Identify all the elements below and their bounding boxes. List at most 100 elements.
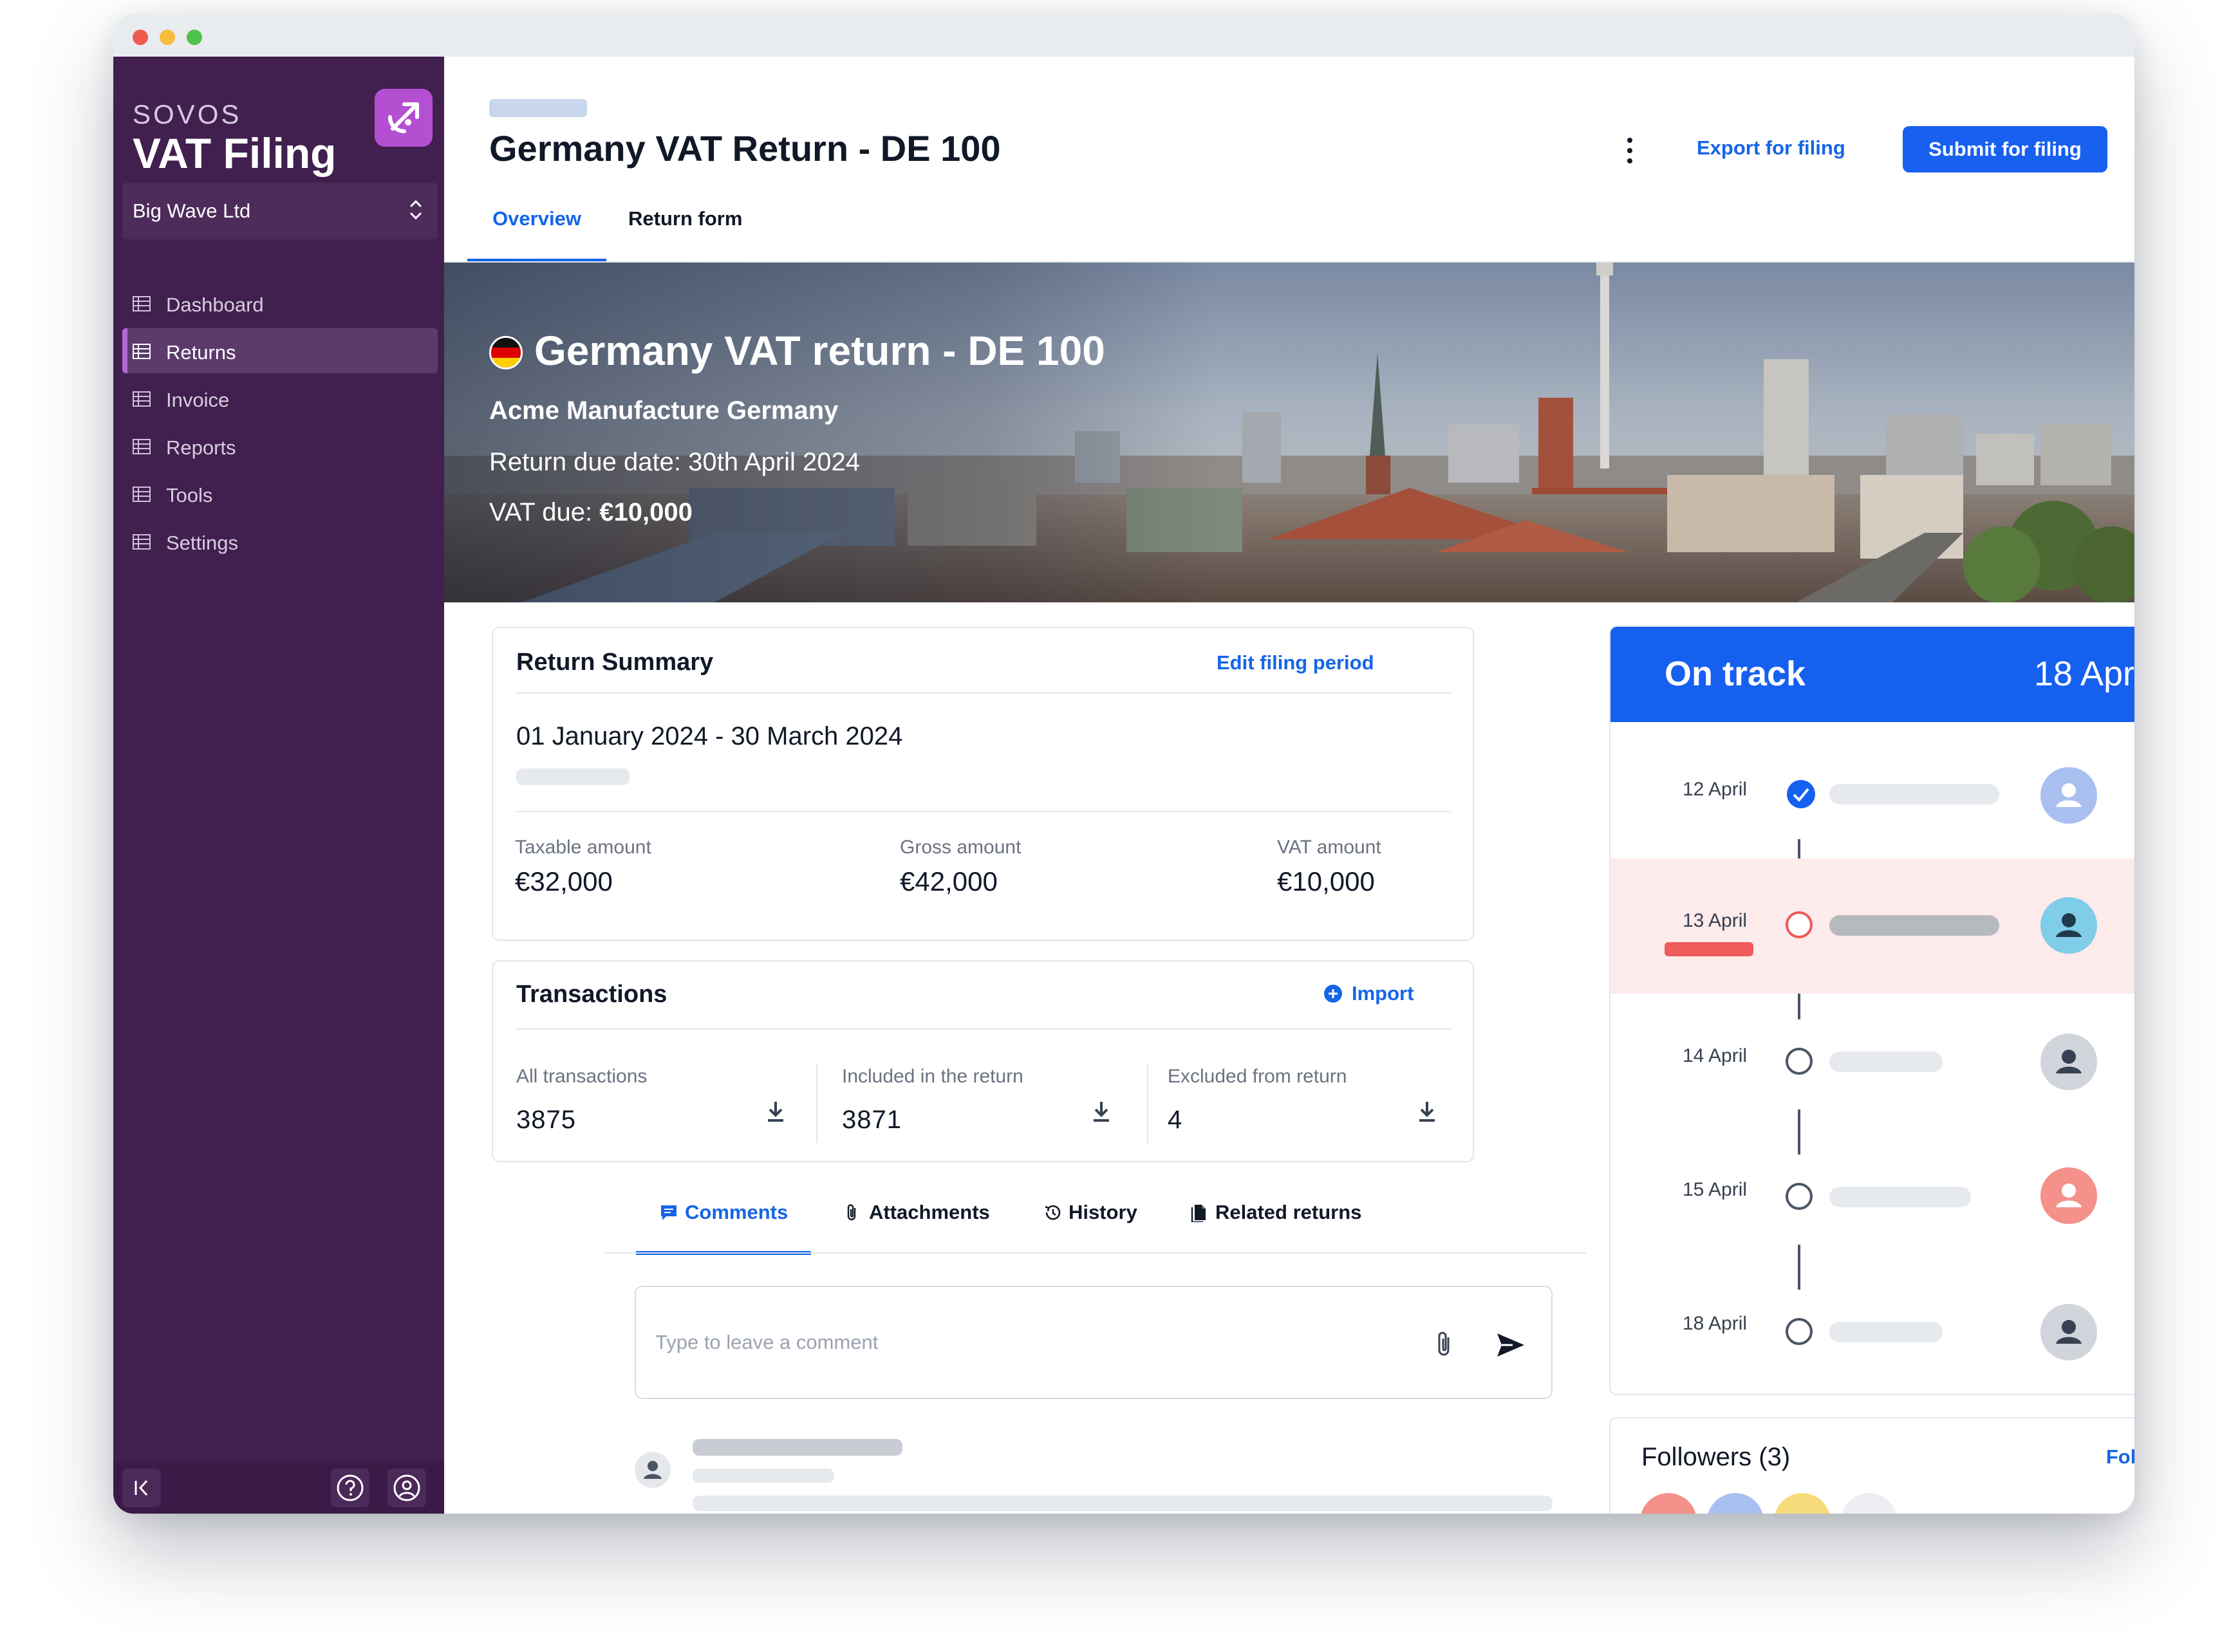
vat-due-amount: €10,000 (599, 498, 693, 526)
comment-composer (635, 1286, 1553, 1399)
download-icon[interactable] (766, 1100, 785, 1122)
return-summary-card: Return Summary Edit filing period 01 Jan… (492, 627, 1474, 941)
timeline-task-placeholder (1829, 784, 1999, 804)
add-follower-button[interactable] (1841, 1493, 1898, 1514)
sidebar-item-label: Returns (166, 341, 236, 364)
pending-circle-icon (1786, 1048, 1813, 1075)
hero-vat-due: VAT due: €10,000 (489, 498, 693, 527)
column-divider (1147, 1063, 1148, 1143)
collapse-sidebar-button[interactable] (122, 1469, 161, 1507)
timeline-task-placeholder (1829, 915, 1999, 936)
paperclip-icon (847, 1204, 856, 1221)
column-divider (816, 1063, 817, 1143)
document-icon (1191, 1205, 1206, 1222)
comment-icon (661, 1205, 677, 1220)
timeline-date: 12 April (1683, 779, 1748, 800)
timeline-date: 18 April (1683, 1313, 1748, 1334)
sidebar-item-invoice[interactable]: Invoice (122, 376, 438, 421)
pending-circle-icon (1786, 1183, 1813, 1210)
user-icon (2056, 783, 2082, 807)
timeline-row-alert[interactable]: 13 April (1610, 858, 2134, 994)
tab-history[interactable]: History (1043, 1201, 1137, 1255)
minimize-window-button[interactable] (160, 30, 175, 45)
sidebar-item-reports[interactable]: Reports (122, 423, 438, 469)
follower-avatar[interactable] (1640, 1493, 1697, 1514)
company-selector[interactable]: Big Wave Ltd (122, 183, 438, 239)
user-circle-icon (393, 1474, 420, 1501)
tab-label: Attachments (869, 1201, 990, 1223)
follow-button[interactable]: Follow (2106, 1445, 2134, 1469)
sidebar-item-dashboard[interactable]: Dashboard (122, 281, 438, 326)
pending-circle-icon (1786, 1318, 1813, 1345)
grid-icon (133, 344, 151, 359)
app-logo-icon[interactable] (375, 89, 433, 147)
timeline-row[interactable]: 14 April (1610, 994, 2134, 1129)
tab-attachments[interactable]: Attachments (843, 1201, 990, 1255)
sidebar-item-label: Reports (166, 436, 236, 459)
all-transactions-value: 3875 (516, 1106, 576, 1134)
status-title: On track (1665, 654, 1806, 693)
timeline-date: 14 April (1683, 1045, 1748, 1066)
import-button[interactable]: Import (1323, 982, 1414, 1005)
status-header: On track 18 April (1610, 627, 2134, 722)
brand-company: SOVOS (133, 99, 242, 129)
check-circle-icon (1787, 780, 1815, 808)
plus-circle-icon (1324, 985, 1342, 1003)
timeline-task-placeholder (1829, 1187, 1971, 1207)
comment-input[interactable] (655, 1323, 1428, 1362)
follower-avatar[interactable] (1774, 1493, 1831, 1514)
import-label: Import (1352, 982, 1414, 1005)
grid-icon (133, 296, 151, 311)
overdue-flag (1665, 942, 1753, 956)
close-window-button[interactable] (133, 30, 148, 45)
sidebar-item-label: Invoice (166, 389, 230, 411)
help-button[interactable] (331, 1469, 369, 1507)
tab-related-returns[interactable]: Related returns (1190, 1201, 1361, 1255)
sidebar-item-tools[interactable]: Tools (122, 471, 438, 516)
help-icon (337, 1474, 364, 1501)
grid-icon (133, 439, 151, 454)
sidebar: SOVOS VAT Filing Big Wave Ltd Dashboard (113, 57, 444, 1514)
tab-label: Comments (685, 1201, 789, 1223)
divider (516, 692, 1451, 694)
timeline-task-placeholder (1829, 1322, 1943, 1342)
attach-paperclip-icon[interactable] (1433, 1330, 1456, 1360)
timeline-row[interactable]: 12 April (1610, 723, 2134, 858)
status-date: 18 April (2033, 654, 2134, 693)
follower-avatar[interactable] (1707, 1493, 1764, 1514)
download-icon[interactable] (1417, 1100, 1437, 1122)
placeholder-bar (516, 768, 630, 785)
export-for-filing-link[interactable]: Export for filing (1697, 136, 1845, 160)
sidebar-nav: Dashboard Returns Invoice Reports Tools … (122, 281, 438, 566)
chevron-updown-icon (410, 200, 422, 220)
tab-comments[interactable]: Comments (635, 1201, 812, 1255)
account-button[interactable] (387, 1469, 426, 1507)
breadcrumb-placeholder (489, 99, 587, 117)
user-icon (644, 1461, 662, 1479)
more-options-icon[interactable] (1626, 136, 1634, 165)
hero-banner: Germany VAT return - DE 100 Acme Manufac… (444, 263, 2134, 602)
tab-return-form[interactable]: Return form (628, 202, 767, 263)
divider (516, 811, 1451, 812)
return-summary-title: Return Summary (516, 649, 714, 676)
taxable-amount-value: €32,000 (515, 866, 613, 896)
activity-tabs: Comments Attachments History Related ret… (605, 1188, 1586, 1255)
vat-amount-value: €10,000 (1277, 866, 1375, 896)
tab-overview[interactable]: Overview (467, 202, 606, 263)
sidebar-item-label: Settings (166, 532, 239, 554)
sidebar-item-returns[interactable]: Returns (122, 328, 438, 373)
hero-overlay (444, 263, 1217, 602)
send-icon[interactable] (1496, 1332, 1526, 1358)
submit-for-filing-button[interactable]: Submit for filing (1903, 126, 2107, 172)
timeline-row[interactable]: 18 April (1610, 1264, 2134, 1394)
timeline-row[interactable]: 15 April (1610, 1129, 2134, 1264)
sidebar-item-settings[interactable]: Settings (122, 519, 438, 564)
download-icon[interactable] (1092, 1100, 1111, 1122)
comment-body-placeholder (693, 1496, 1553, 1511)
maximize-window-button[interactable] (187, 30, 202, 45)
tab-label: Related returns (1215, 1201, 1362, 1223)
edit-filing-period-link[interactable]: Edit filing period (1217, 651, 1374, 674)
gross-amount-value: €42,000 (900, 866, 998, 896)
history-icon (1045, 1205, 1061, 1220)
vat-amount-label: VAT amount (1277, 837, 1381, 858)
